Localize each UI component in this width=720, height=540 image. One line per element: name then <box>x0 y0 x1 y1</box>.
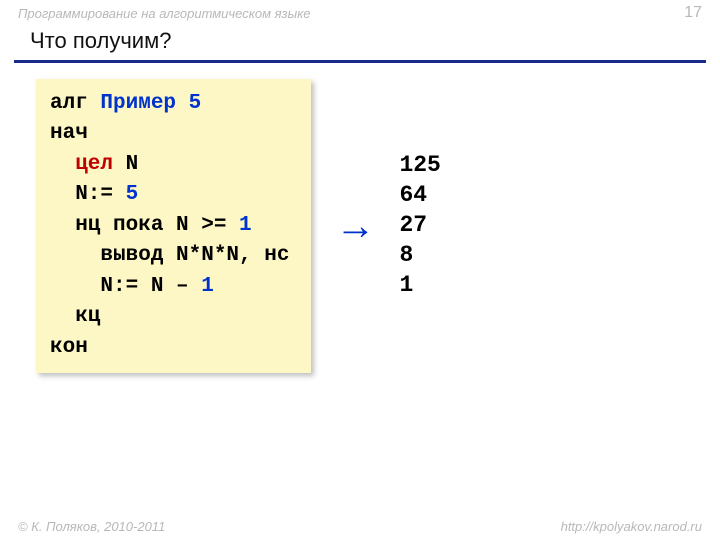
page-title: Что получим? <box>0 24 720 60</box>
code-type: цел <box>50 153 126 176</box>
title-rule <box>14 60 706 63</box>
code-text: кц <box>50 305 100 328</box>
code-text: вывод N*N*N, нс <box>50 244 289 267</box>
footer: © К. Поляков, 2010-2011 http://kpolyakov… <box>0 519 720 534</box>
code-num: 1 <box>239 214 252 237</box>
arrow-icon: → <box>335 206 375 246</box>
content-area: алг Пример 5 нач цел N N:= 5 нц пока N >… <box>0 79 720 373</box>
code-num: 1 <box>201 275 214 298</box>
code-kw: нач <box>50 122 88 145</box>
program-output: 125 64 27 8 1 <box>399 151 440 300</box>
code-text: N:= N – <box>50 275 201 298</box>
footer-url: http://kpolyakov.narod.ru <box>561 519 702 534</box>
page-number: 17 <box>684 4 702 22</box>
code-text: N:= <box>50 183 126 206</box>
code-name: Пример 5 <box>100 92 201 115</box>
code-box: алг Пример 5 нач цел N N:= 5 нц пока N >… <box>36 79 311 373</box>
copyright: © К. Поляков, 2010-2011 <box>18 519 165 534</box>
header-bar: Программирование на алгоритмическом язык… <box>0 0 720 24</box>
code-num: 5 <box>126 183 139 206</box>
topic-label: Программирование на алгоритмическом язык… <box>18 6 311 21</box>
code-text: нц пока N >= <box>50 214 239 237</box>
code-kw: алг <box>50 92 100 115</box>
code-text: N <box>126 153 139 176</box>
code-kw: кон <box>50 336 88 359</box>
